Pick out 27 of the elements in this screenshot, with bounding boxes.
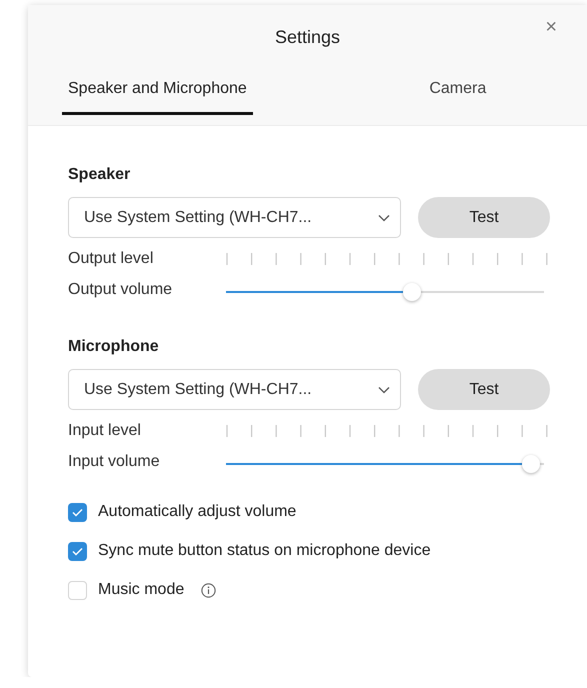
level-label: Input level xyxy=(68,422,142,440)
checkbox-label: Music mode xyxy=(98,581,184,599)
volume-label: Output volume xyxy=(68,281,174,299)
section-heading: Microphone xyxy=(68,337,159,357)
tab[interactable]: Camera xyxy=(372,79,543,115)
device-dropdown[interactable]: Use System Setting (WH-CH7... xyxy=(68,369,401,410)
chevron-icon xyxy=(378,386,390,394)
checkbox-label: Sync mute button status on microphone device xyxy=(98,542,431,560)
window-title: Settings xyxy=(274,27,340,47)
info-icon[interactable] xyxy=(201,582,216,598)
slider-handle[interactable] xyxy=(403,283,421,301)
device-dropdown[interactable]: Use System Setting (WH-CH7... xyxy=(68,197,401,238)
slider-handle[interactable] xyxy=(522,455,540,473)
section-heading: Speaker xyxy=(68,165,130,185)
checkbox[interactable] xyxy=(68,502,87,522)
volume-label: Input volume xyxy=(68,453,161,471)
check-icon xyxy=(72,508,83,516)
checkbox[interactable] xyxy=(68,542,87,560)
tab[interactable]: Speaker and Microphone xyxy=(62,79,253,115)
checkbox-label: Automatically adjust volume xyxy=(98,503,296,521)
checkbox[interactable] xyxy=(68,580,87,600)
close-button[interactable]: × xyxy=(545,17,557,37)
check-icon xyxy=(72,546,83,556)
chevron-icon xyxy=(378,214,390,222)
level-label: Output level xyxy=(68,250,154,268)
test-button[interactable]: Test xyxy=(418,197,550,238)
test-button[interactable]: Test xyxy=(418,369,550,410)
